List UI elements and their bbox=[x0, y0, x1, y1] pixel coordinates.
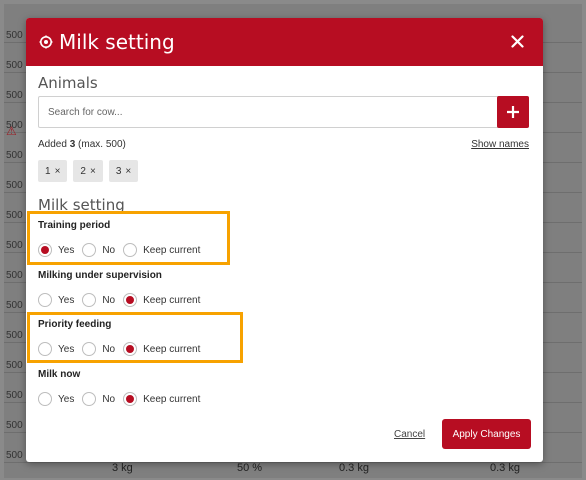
bg-row-label: 500 bbox=[6, 180, 23, 191]
radio-button[interactable] bbox=[123, 293, 138, 307]
close-icon[interactable] bbox=[507, 31, 527, 51]
cow-search-box bbox=[38, 96, 529, 128]
group-label: Milking under supervision bbox=[38, 270, 162, 281]
added-max: (max. 500) bbox=[78, 139, 126, 150]
milk-setting-dialog: Milk setting Animals Added 3 (max. 500) … bbox=[26, 18, 543, 462]
bg-value: 0.3 kg bbox=[339, 462, 369, 474]
added-count-text: Added 3 (max. 500) bbox=[38, 139, 126, 150]
chip-remove-icon[interactable]: × bbox=[55, 166, 61, 177]
radio-label: Yes bbox=[58, 393, 75, 405]
priority-feeding-highlight bbox=[27, 312, 243, 363]
training-period-highlight bbox=[27, 211, 230, 265]
radio-label: Keep current bbox=[143, 294, 201, 306]
radio-label: Keep current bbox=[143, 393, 201, 405]
radio-keep-current[interactable]: Keep current bbox=[123, 293, 200, 307]
bg-row-label: 500 bbox=[6, 30, 23, 41]
radio-label: Yes bbox=[58, 294, 75, 306]
radio-yes[interactable]: Yes bbox=[38, 293, 74, 307]
radio-row: Yes No Keep current bbox=[38, 289, 528, 311]
animals-section-title: Animals bbox=[38, 74, 98, 92]
bg-row-label: 500 bbox=[6, 270, 23, 281]
animal-chip[interactable]: 2 × bbox=[73, 160, 103, 182]
bg-row-label: 500 bbox=[6, 360, 23, 371]
plus-icon bbox=[507, 106, 519, 118]
bg-row-label: 500 bbox=[6, 450, 23, 461]
bg-row-label: 500 bbox=[6, 150, 23, 161]
bg-row-label: 500 bbox=[6, 210, 23, 221]
group-label: Milk now bbox=[38, 369, 81, 380]
gear-icon bbox=[38, 34, 54, 50]
milk-now-group: Milk now Yes No Keep current bbox=[38, 369, 528, 410]
milking-under-supervision-group: Milking under supervision Yes No Keep cu… bbox=[38, 270, 528, 311]
radio-row: Yes No Keep current bbox=[38, 388, 528, 410]
chip-remove-icon[interactable]: × bbox=[90, 166, 96, 177]
added-count: 3 bbox=[69, 139, 76, 150]
added-prefix: Added bbox=[38, 139, 67, 150]
radio-no[interactable]: No bbox=[82, 392, 115, 406]
radio-keep-current[interactable]: Keep current bbox=[123, 392, 200, 406]
add-cow-button[interactable] bbox=[497, 96, 529, 128]
radio-button[interactable] bbox=[123, 392, 138, 406]
dialog-title: Milk setting bbox=[59, 30, 175, 54]
warning-icon: ⚠ bbox=[6, 124, 17, 138]
radio-button[interactable] bbox=[38, 392, 52, 406]
show-names-link[interactable]: Show names bbox=[471, 139, 529, 150]
bg-row-label: 500 bbox=[6, 390, 23, 401]
selected-animals: 1 × 2 × 3 × bbox=[38, 160, 139, 182]
bg-row-label: 500 bbox=[6, 300, 23, 311]
radio-label: No bbox=[102, 393, 116, 405]
radio-button[interactable] bbox=[38, 293, 52, 307]
bg-row-label: 500 bbox=[6, 420, 23, 431]
bg-value: 0.3 kg bbox=[490, 462, 520, 474]
radio-no[interactable]: No bbox=[82, 293, 115, 307]
animal-chip[interactable]: 1 × bbox=[38, 160, 68, 182]
bg-row-label: 500 bbox=[6, 90, 23, 101]
bg-row-label: 500 bbox=[6, 330, 23, 341]
radio-label: No bbox=[102, 294, 116, 306]
bg-value: 50 % bbox=[237, 462, 263, 474]
bg-row-label: 500 bbox=[6, 60, 23, 71]
chip-label: 3 bbox=[115, 165, 122, 177]
apply-changes-button[interactable]: Apply Changes bbox=[442, 419, 531, 449]
cow-search-input[interactable] bbox=[39, 97, 499, 127]
bg-value: 3 kg bbox=[112, 462, 133, 474]
chip-label: 2 bbox=[80, 165, 86, 177]
animal-chip[interactable]: 3 × bbox=[108, 160, 139, 182]
radio-button[interactable] bbox=[82, 392, 97, 406]
chip-remove-icon[interactable]: × bbox=[125, 166, 131, 177]
bg-row-label: 500 bbox=[6, 240, 23, 251]
cancel-button[interactable]: Cancel bbox=[394, 429, 425, 440]
radio-yes[interactable]: Yes bbox=[38, 392, 74, 406]
dialog-header: Milk setting bbox=[26, 18, 543, 66]
radio-button[interactable] bbox=[82, 293, 97, 307]
chip-label: 1 bbox=[45, 165, 51, 177]
